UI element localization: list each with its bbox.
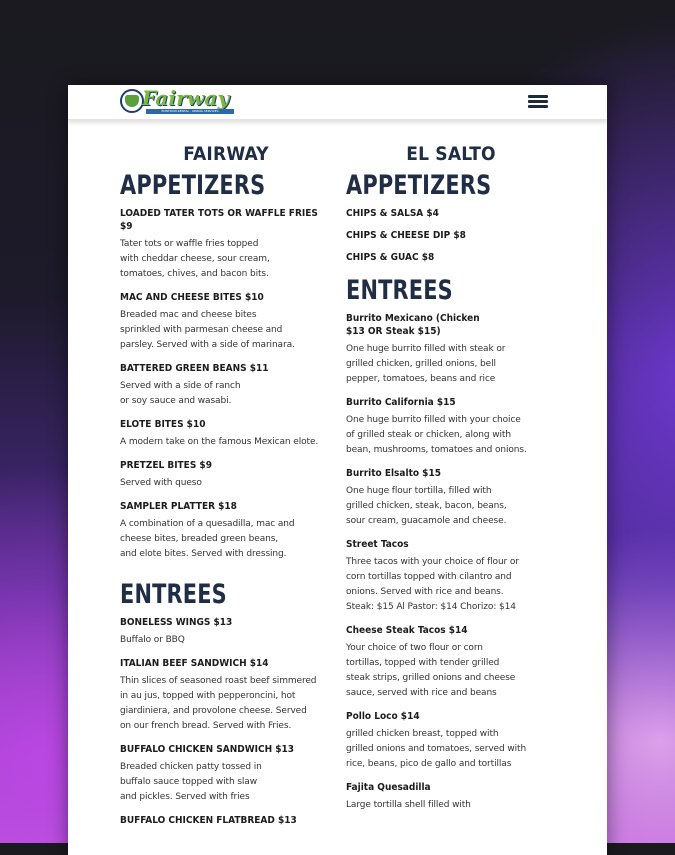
- menu-item-name: BONELESS WINGS $13: [120, 617, 233, 628]
- menu-item-description: Three tacos with your choice of flour or…: [346, 557, 519, 612]
- menu-item-description: Served with queso: [120, 478, 202, 488]
- menu-item-name: LOADED TATER TOTS OR WAFFLE FRIES $9: [120, 208, 318, 232]
- menu-item-description: Buffalo or BBQ: [120, 635, 185, 645]
- menu-item-name: MAC AND CHEESE BITES $10: [120, 292, 264, 303]
- menu-item: BUFFALO CHICKEN FLATBREAD $13: [120, 814, 332, 827]
- menu-item-name: Burrito California $15: [346, 397, 456, 408]
- elsalto-menu-column: EL SALTO APPETIZERS CHIPS & SALSA $4 CHIP…: [346, 141, 546, 822]
- menu-item-description: Breaded mac and cheese bites sprinkled w…: [120, 310, 295, 350]
- menu-item-name: CHIPS & SALSA $4: [346, 208, 439, 219]
- section-heading-appetizers: APPETIZERS: [346, 170, 492, 201]
- logo-wordmark: Fairway: [142, 86, 230, 110]
- menu-item-description: Thin slices of seasoned roast beef simme…: [120, 676, 317, 731]
- menu-item-name: Street Tacos: [346, 539, 409, 550]
- menu-item: MAC AND CHEESE BITES $10 Breaded mac and …: [120, 291, 332, 353]
- menu-item: BATTERED GREEN BEANS $11 Served with a si…: [120, 362, 332, 409]
- menu-item-name: Burrito Elsalto $15: [346, 468, 441, 479]
- hamburger-menu-icon[interactable]: [528, 94, 548, 110]
- menu-item-name: PRETZEL BITES $9: [120, 460, 212, 471]
- menu-item-description: Breaded chicken patty tossed in buffalo …: [120, 762, 262, 802]
- menu-item-name: BUFFALO CHICKEN SANDWICH $13: [120, 744, 295, 755]
- menu-item: Street Tacos Three tacos with your choice…: [346, 538, 546, 615]
- menu-item: CHIPS & CHEESE DIP $8: [346, 229, 546, 242]
- menu-item-name: Pollo Loco $14: [346, 711, 420, 722]
- menu-item: Fajita Quesadilla Large tortilla shell fi…: [346, 781, 546, 813]
- logo-badge-icon: [120, 89, 144, 113]
- menu-item-name: BUFFALO CHICKEN FLATBREAD $13: [120, 815, 297, 826]
- menu-item-description: Large tortilla shell filled with: [346, 800, 471, 810]
- menu-item-description: Served with a side of ranch or soy sauce…: [120, 381, 241, 406]
- menu-item: Cheese Steak Tacos $14 Your choice of two…: [346, 624, 546, 701]
- menu-item: CHIPS & GUAC $8: [346, 251, 546, 264]
- menu-item-description: One huge burrito filled with your choice…: [346, 415, 527, 455]
- menu-item: LOADED TATER TOTS OR WAFFLE FRIES $9 Tate…: [120, 207, 332, 282]
- menu-item-description: Tater tots or waffle fries topped with c…: [120, 239, 270, 279]
- menu-item: SAMPLER PLATTER $18 A combination of a qu…: [120, 500, 332, 562]
- restaurant-title-elsalto: EL SALTO: [406, 143, 496, 165]
- menu-item: Burrito California $15 One huge burrito f…: [346, 396, 546, 458]
- menu-item-description: A modern take on the famous Mexican elot…: [120, 437, 319, 447]
- menu-item: Burrito Mexicano (Chicken $13 OR Steak $…: [346, 312, 546, 387]
- restaurant-title-fairway: FAIRWAY: [183, 143, 269, 165]
- section-heading-entrees: ENTREES: [346, 275, 453, 306]
- fairway-menu-column: FAIRWAY APPETIZERS LOADED TATER TOTS OR …: [120, 141, 332, 836]
- menu-item-description: One huge burrito filled with steak or gr…: [346, 344, 506, 384]
- section-heading-appetizers: APPETIZERS: [120, 170, 266, 201]
- logo-tagline: PONTOON RENTAL · DINING SERVICES: [146, 109, 234, 114]
- fairway-logo[interactable]: Fairway PONTOON RENTAL · DINING SERVICES: [120, 86, 240, 116]
- menu-item-name: ELOTE BITES $10: [120, 419, 206, 430]
- section-heading-entrees: ENTREES: [120, 579, 227, 610]
- menu-item-name: SAMPLER PLATTER $18: [120, 501, 237, 512]
- menu-item: ITALIAN BEEF SANDWICH $14 Thin slices of …: [120, 657, 332, 734]
- menu-item: PRETZEL BITES $9 Served with queso: [120, 459, 332, 491]
- menu-page: Fairway PONTOON RENTAL · DINING SERVICES…: [68, 85, 607, 855]
- menu-item-name: CHIPS & CHEESE DIP $8: [346, 230, 466, 241]
- menu-item-name: CHIPS & GUAC $8: [346, 252, 435, 263]
- menu-item-description: A combination of a quesadilla, mac and c…: [120, 519, 295, 559]
- menu-item-name: Cheese Steak Tacos $14: [346, 625, 468, 636]
- site-header: Fairway PONTOON RENTAL · DINING SERVICES: [68, 85, 607, 120]
- menu-item-description: grilled chicken breast, topped with gril…: [346, 729, 527, 769]
- menu-item: BUFFALO CHICKEN SANDWICH $13 Breaded chic…: [120, 743, 332, 805]
- menu-item-description: Your choice of two flour or corn tortill…: [346, 643, 516, 698]
- menu-item-name: BATTERED GREEN BEANS $11: [120, 363, 269, 374]
- menu-item: ELOTE BITES $10 A modern take on the famo…: [120, 418, 332, 450]
- menu-item: Burrito Elsalto $15 One huge flour tortil…: [346, 467, 546, 529]
- menu-item-name: Burrito Mexicano (Chicken $13 OR Steak $…: [346, 313, 480, 337]
- menu-item-description: One huge flour tortilla, filled with gri…: [346, 486, 507, 526]
- menu-item: CHIPS & SALSA $4: [346, 207, 546, 220]
- menu-item: Pollo Loco $14 grilled chicken breast, to…: [346, 710, 546, 772]
- menu-item-name: Fajita Quesadilla: [346, 782, 431, 793]
- menu-item-name: ITALIAN BEEF SANDWICH $14: [120, 658, 269, 669]
- menu-item: BONELESS WINGS $13 Buffalo or BBQ: [120, 616, 332, 648]
